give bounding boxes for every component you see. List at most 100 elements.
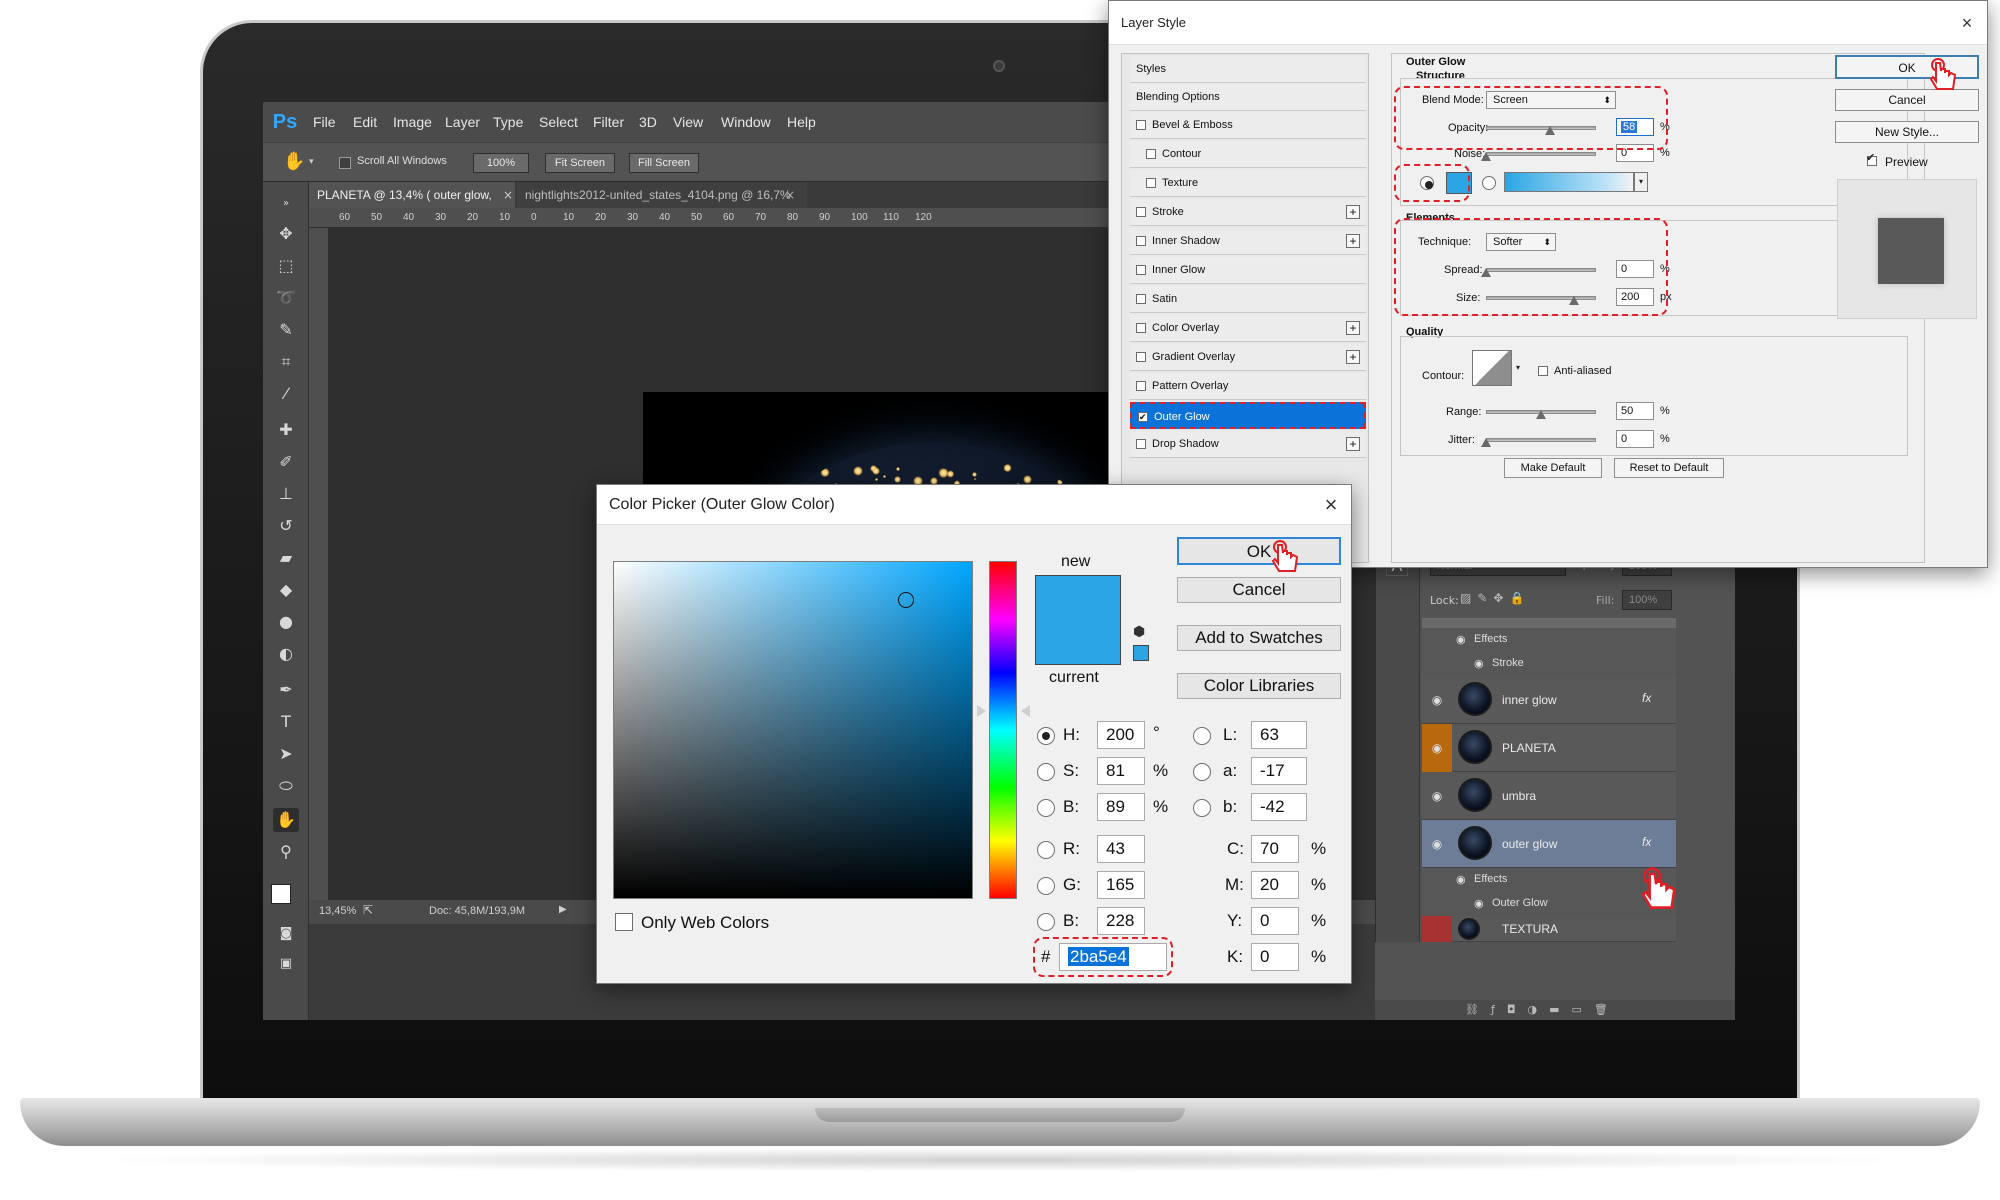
lasso-tool-icon[interactable]: ➰ <box>273 286 299 310</box>
healing-tool-icon[interactable]: ✚ <box>273 418 299 442</box>
style-row[interactable]: Contour <box>1130 141 1366 168</box>
fx-icon[interactable]: fx <box>1642 691 1651 705</box>
lightness-radio[interactable] <box>1193 727 1211 745</box>
eyedropper-tool-icon[interactable]: ⁄ <box>273 382 299 406</box>
zoom-100-button[interactable]: 100% <box>473 153 529 173</box>
web-safe-swatch[interactable] <box>1133 645 1149 661</box>
green-field[interactable]: 165 <box>1097 871 1145 899</box>
magenta-field[interactable]: 20 <box>1251 871 1299 899</box>
pen-tool-icon[interactable]: ✒ <box>273 678 299 702</box>
styles-header[interactable]: Styles <box>1130 56 1366 83</box>
jitter-slider-knob[interactable] <box>1481 438 1491 447</box>
hue-field[interactable]: 200 <box>1097 721 1145 749</box>
menu-view[interactable]: View <box>673 114 703 130</box>
style-row[interactable]: Drop Shadow + <box>1130 431 1366 458</box>
style-row[interactable]: Bevel & Emboss <box>1130 112 1366 139</box>
a-channel-field[interactable]: -17 <box>1251 757 1307 785</box>
menu-layer[interactable]: Layer <box>445 114 480 130</box>
tool-preset-arrow-icon[interactable]: ▾ <box>309 157 314 167</box>
style-checkbox[interactable] <box>1136 294 1146 304</box>
saturation-brightness-field[interactable] <box>613 561 973 899</box>
cube-icon[interactable]: ⬢ <box>1133 623 1145 640</box>
style-checkbox[interactable] <box>1136 236 1146 246</box>
menu-filter[interactable]: Filter <box>593 114 624 130</box>
layer-row-outer-glow[interactable]: ◉ outer glow fx <box>1422 820 1676 868</box>
effects-eye-icon[interactable]: ◉ <box>1456 633 1466 646</box>
tab-planeta[interactable]: PLANETA @ 13,4% ( outer glow, RGB/8) * <box>309 182 515 228</box>
scroll-all-windows-checkbox[interactable] <box>339 157 351 169</box>
range-field[interactable]: 50 <box>1616 402 1654 420</box>
style-checkbox[interactable] <box>1146 178 1156 188</box>
color-picker-close-icon[interactable]: × <box>1311 485 1351 525</box>
contour-preview[interactable] <box>1472 350 1512 386</box>
make-default-button[interactable]: Make Default <box>1504 458 1602 478</box>
lock-icons[interactable]: ▨✎✥🔒 <box>1460 591 1530 605</box>
layer-row-umbra[interactable]: ◉ umbra <box>1422 772 1676 820</box>
menu-edit[interactable]: Edit <box>353 114 377 130</box>
paint-bucket-tool-icon[interactable]: ◆ <box>273 578 299 602</box>
menu-image[interactable]: Image <box>393 114 432 130</box>
gradient-radio[interactable] <box>1482 176 1496 190</box>
brightness-field[interactable]: 89 <box>1097 793 1145 821</box>
color-libraries-button[interactable]: Color Libraries <box>1177 673 1341 699</box>
zoom-tool-icon[interactable]: ⚲ <box>273 840 299 864</box>
hue-slider[interactable] <box>989 561 1017 899</box>
hand-tool-active-icon[interactable]: ✋ <box>273 808 299 832</box>
visibility-eye-icon[interactable]: ◉ <box>1422 724 1452 772</box>
only-web-colors-checkbox[interactable] <box>615 913 633 931</box>
black-field[interactable]: 0 <box>1251 943 1299 971</box>
style-row[interactable]: ✔ Outer Glow <box>1130 402 1366 429</box>
add-style-plus-icon[interactable]: + <box>1346 234 1360 248</box>
menu-type[interactable]: Type <box>493 114 523 130</box>
style-checkbox[interactable] <box>1136 265 1146 275</box>
panel-collapse-icon[interactable]: » <box>273 192 299 216</box>
cyan-field[interactable]: 70 <box>1251 835 1299 863</box>
menu-window[interactable]: Window <box>721 114 771 130</box>
jitter-slider[interactable] <box>1486 438 1596 442</box>
yellow-field[interactable]: 0 <box>1251 907 1299 935</box>
quick-mask-icon[interactable]: ◙ <box>273 922 299 946</box>
a-channel-radio[interactable] <box>1193 763 1211 781</box>
style-checkbox[interactable] <box>1146 149 1156 159</box>
style-row[interactable]: Gradient Overlay + <box>1130 344 1366 371</box>
blue-field[interactable]: 228 <box>1097 907 1145 935</box>
layers-footer-icons[interactable]: ⛓ƒ◘◑▬▭🗑 <box>1375 1000 1735 1020</box>
marquee-tool-icon[interactable]: ⬚ <box>273 254 299 278</box>
add-style-plus-icon[interactable]: + <box>1346 321 1360 335</box>
visibility-eye-icon[interactable]: ◉ <box>1428 694 1446 706</box>
layer-style-close-icon[interactable]: × <box>1947 1 1987 45</box>
lightness-field[interactable]: 63 <box>1251 721 1307 749</box>
hue-radio[interactable] <box>1037 727 1055 745</box>
style-checkbox[interactable] <box>1136 352 1146 362</box>
crop-tool-icon[interactable]: ⌗ <box>273 350 299 374</box>
style-row[interactable]: Color Overlay + <box>1130 315 1366 342</box>
style-row[interactable]: Stroke + <box>1130 199 1366 226</box>
status-zoom[interactable]: 13,45% <box>319 905 356 917</box>
visibility-eye-off[interactable] <box>1422 916 1452 942</box>
noise-slider[interactable] <box>1486 152 1596 156</box>
blue-radio[interactable] <box>1037 913 1055 931</box>
add-style-plus-icon[interactable]: + <box>1346 437 1360 451</box>
status-arrow-icon[interactable]: ▶ <box>559 904 567 915</box>
style-checkbox[interactable] <box>1136 439 1146 449</box>
history-brush-tool-icon[interactable]: ↺ <box>273 514 299 538</box>
layer-row-planeta[interactable]: ◉ PLANETA <box>1422 724 1676 772</box>
style-checkbox[interactable] <box>1136 207 1146 217</box>
noise-slider-knob[interactable] <box>1481 152 1491 161</box>
export-icon[interactable]: ⇱ <box>363 903 373 917</box>
style-row[interactable]: Texture <box>1130 170 1366 197</box>
tab-planeta-close-icon[interactable]: × <box>503 182 513 208</box>
brightness-radio[interactable] <box>1037 799 1055 817</box>
hand-tool-icon[interactable]: ✋ <box>283 151 305 173</box>
layer-effects-row[interactable]: ◉ Effects <box>1422 628 1676 652</box>
new-style-button[interactable]: New Style... <box>1835 121 1979 143</box>
style-checkbox[interactable] <box>1136 120 1146 130</box>
b-channel-field[interactable]: -42 <box>1251 793 1307 821</box>
screen-mode-icon[interactable]: ▣ <box>273 952 299 976</box>
stroke-eye-icon[interactable]: ◉ <box>1474 657 1484 670</box>
outer-glow-eye-icon[interactable]: ◉ <box>1474 897 1484 910</box>
path-select-tool-icon[interactable]: ➤ <box>273 742 299 766</box>
dodge-tool-icon[interactable]: ◐ <box>273 642 299 666</box>
visibility-eye-icon[interactable]: ◉ <box>1428 838 1446 850</box>
menu-file[interactable]: File <box>313 114 336 130</box>
